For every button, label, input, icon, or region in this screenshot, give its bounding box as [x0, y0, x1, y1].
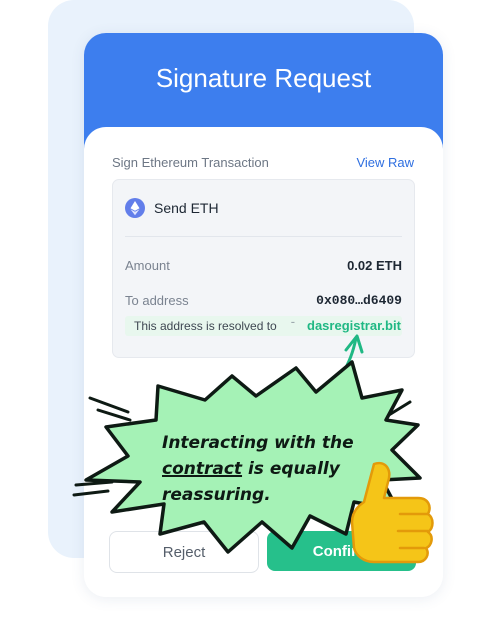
thumbs-up-icon [350, 461, 434, 564]
callout-line-1: Interacting with the [162, 433, 354, 453]
callout-line-2-rest: is equally [242, 459, 340, 479]
callout-underlined-word: contract [162, 459, 243, 479]
